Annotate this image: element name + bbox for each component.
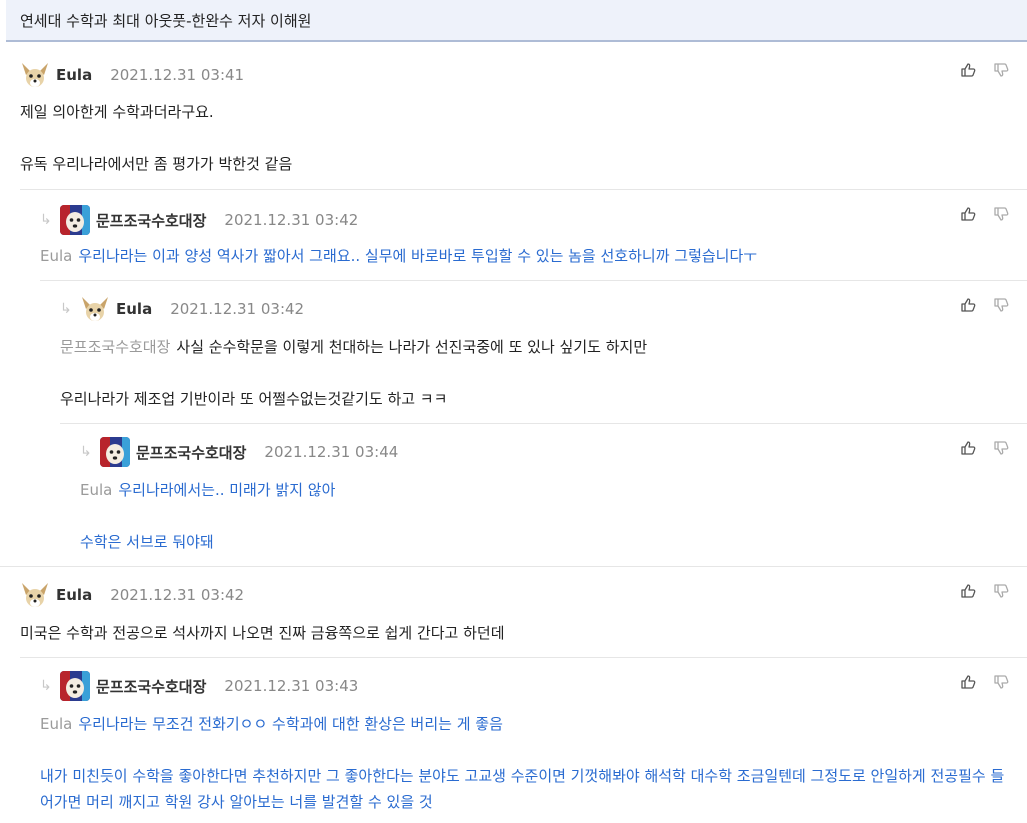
comment-header: ↳ 문프조국수호대장 2021.12.31 03:42 bbox=[40, 204, 358, 236]
vote-buttons bbox=[960, 440, 1009, 456]
reply-arrow-icon: ↳ bbox=[40, 678, 52, 694]
thumb-up-icon[interactable] bbox=[960, 297, 976, 313]
author-nickname[interactable]: 문프조국수호대장 bbox=[96, 210, 206, 231]
vote-buttons bbox=[960, 206, 1009, 222]
thumb-up-icon[interactable] bbox=[960, 62, 976, 78]
vote-buttons bbox=[960, 674, 1009, 690]
comment-text: 유독 우리나라에서만 좀 평가가 박한것 같음 bbox=[20, 155, 293, 173]
reply-target-tag[interactable]: Eula bbox=[40, 247, 72, 265]
comment-text: 제일 의아한게 수학과더라구요. bbox=[20, 103, 214, 121]
comment-text: Eula 우리나라는 이과 양성 역사가 짧아서 그래요.. 실무에 바로바로 투… bbox=[40, 247, 758, 265]
thumb-up-icon[interactable] bbox=[960, 674, 976, 690]
comment-header: ↳ 문프조국수호대장 2021.12.31 03:43 bbox=[40, 670, 358, 702]
comment-text: Eula 우리나라는 무조건 전화기ㅇㅇ 수학과에 대한 환상은 버리는 게 좋음 bbox=[40, 715, 503, 733]
comment-date: 2021.12.31 03:42 bbox=[110, 586, 245, 604]
comment-text: 우리나라가 제조업 기반이라 또 어쩔수없는것같기도 하고 ㅋㅋ bbox=[60, 390, 448, 408]
thumb-down-icon[interactable] bbox=[993, 297, 1009, 313]
reply-arrow-icon: ↳ bbox=[60, 301, 72, 317]
reply-target-tag[interactable]: 문프조국수호대장 bbox=[60, 338, 170, 356]
comment-date: 2021.12.31 03:44 bbox=[264, 443, 399, 461]
thumb-up-icon[interactable] bbox=[960, 440, 976, 456]
author-nickname[interactable]: 문프조국수호대장 bbox=[136, 442, 246, 463]
comment-text: 미국은 수학과 전공으로 석사까지 나오면 진짜 금융쪽으로 쉽게 간다고 하던… bbox=[20, 624, 505, 642]
comment-text: 문프조국수호대장 사실 순수학문을 이렇게 천대하는 나라가 선진국중에 또 있나… bbox=[60, 338, 648, 356]
reply-target-tag[interactable]: Eula bbox=[80, 481, 112, 499]
comment-item: ↳ Eula 2021.12.31 03:42 문프조국수호대장 사실 순수학문을… bbox=[40, 280, 1027, 424]
thumb-down-icon[interactable] bbox=[993, 206, 1009, 222]
reply-target-tag[interactable]: Eula bbox=[40, 715, 72, 733]
thumb-down-icon[interactable] bbox=[993, 62, 1009, 78]
dog-avatar-icon[interactable] bbox=[60, 205, 90, 235]
fox-avatar-icon[interactable] bbox=[20, 580, 50, 610]
comment-header: ↳ Eula 2021.12.31 03:42 bbox=[60, 293, 304, 325]
comment-item: Eula 2021.12.31 03:42 미국은 수학과 전공으로 석사까지 … bbox=[0, 566, 1027, 658]
vote-buttons bbox=[960, 297, 1009, 313]
vote-buttons bbox=[960, 62, 1009, 78]
thumb-down-icon[interactable] bbox=[993, 440, 1009, 456]
fox-avatar-icon[interactable] bbox=[80, 294, 110, 324]
author-nickname[interactable]: Eula bbox=[56, 586, 92, 604]
comment-item: ↳ 문프조국수호대장 2021.12.31 03:44 Eula 우리나라에서는.… bbox=[60, 423, 1027, 567]
reply-arrow-icon: ↳ bbox=[80, 444, 92, 460]
thumb-up-icon[interactable] bbox=[960, 206, 976, 222]
comment-date: 2021.12.31 03:42 bbox=[224, 211, 359, 229]
post-title: 연세대 수학과 최대 아웃풋-한완수 저자 이해원 bbox=[20, 12, 312, 30]
comment-item: ↳ 문프조국수호대장 2021.12.31 03:42 Eula 우리나라는 이과… bbox=[20, 189, 1027, 281]
author-nickname[interactable]: Eula bbox=[56, 66, 92, 84]
vote-buttons bbox=[960, 583, 1009, 599]
fox-avatar-icon[interactable] bbox=[20, 60, 50, 90]
comment-text: Eula 우리나라에서는.. 미래가 밝지 않아 bbox=[80, 481, 336, 499]
post-title-bar: 연세대 수학과 최대 아웃풋-한완수 저자 이해원 bbox=[6, 0, 1027, 42]
dog-avatar-icon[interactable] bbox=[60, 671, 90, 701]
comment-text: 수학은 서브로 둬야돼 bbox=[80, 533, 214, 551]
author-nickname[interactable]: 문프조국수호대장 bbox=[96, 676, 206, 697]
dog-avatar-icon[interactable] bbox=[100, 437, 130, 467]
thumb-down-icon[interactable] bbox=[993, 674, 1009, 690]
reply-arrow-icon: ↳ bbox=[40, 212, 52, 228]
thumb-down-icon[interactable] bbox=[993, 583, 1009, 599]
thumb-up-icon[interactable] bbox=[960, 583, 976, 599]
comment-text: 내가 미친듯이 수학을 좋아한다면 추천하지만 그 좋아한다는 분야도 고교생 … bbox=[40, 767, 1005, 811]
comment-item: ↳ 문프조국수호대장 2021.12.31 03:43 Eula 우리나라는 무조… bbox=[20, 657, 1027, 823]
comment-header: Eula 2021.12.31 03:42 bbox=[20, 579, 244, 611]
comment-item: Eula 2021.12.31 03:41 제일 의아한게 수학과더라구요. 유… bbox=[0, 44, 1027, 189]
comment-date: 2021.12.31 03:43 bbox=[224, 677, 359, 695]
comment-header: Eula 2021.12.31 03:41 bbox=[20, 59, 244, 91]
author-nickname[interactable]: Eula bbox=[116, 300, 152, 318]
comment-date: 2021.12.31 03:41 bbox=[110, 66, 245, 84]
comment-header: ↳ 문프조국수호대장 2021.12.31 03:44 bbox=[80, 436, 398, 468]
comment-date: 2021.12.31 03:42 bbox=[170, 300, 305, 318]
